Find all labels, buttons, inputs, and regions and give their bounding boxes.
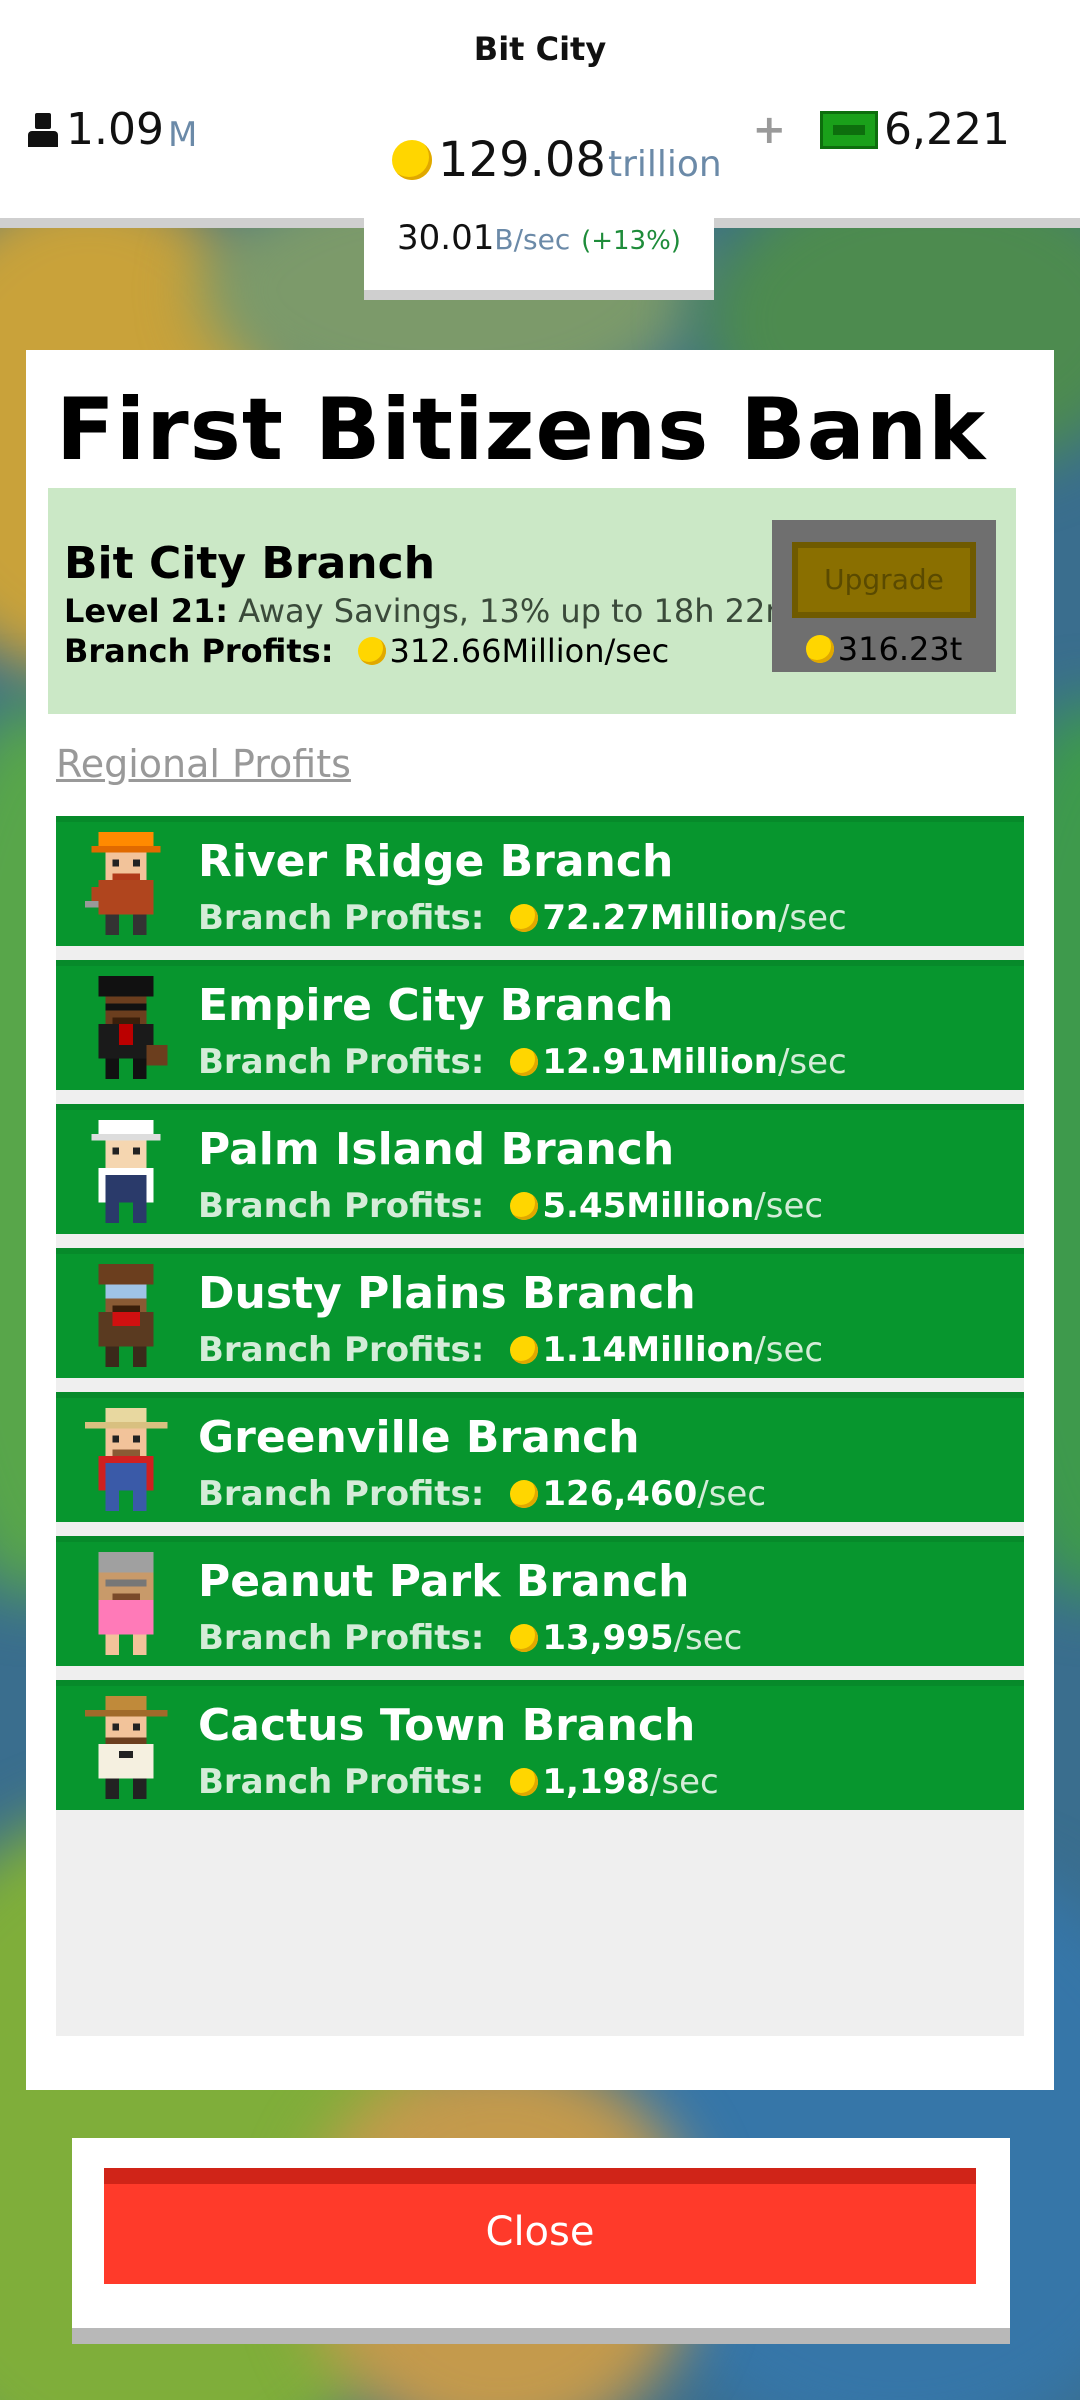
cash-value: 6,221 <box>884 104 1010 155</box>
close-bar: Close <box>72 2138 1010 2344</box>
farmer-avatar-icon <box>84 1408 168 1512</box>
upgrade-box: Upgrade 316.23t <box>772 520 996 672</box>
upgrade-button[interactable]: Upgrade <box>792 542 976 618</box>
cowboy-avatar-icon <box>84 1696 168 1800</box>
branch-row-river-ridge[interactable]: River Ridge Branch Branch Profits: 72.27… <box>56 816 1024 946</box>
sailor-avatar-icon <box>91 1120 161 1224</box>
branch-profit-value: 72.27Million <box>542 898 778 938</box>
close-button[interactable]: Close <box>104 2168 976 2284</box>
add-cash-button[interactable]: + <box>753 107 787 153</box>
upgrade-cost: 316.23t <box>772 630 996 668</box>
coin-icon <box>510 1048 539 1076</box>
branch-profit-unit: /sec <box>697 1474 767 1514</box>
branch-profit-unit: /sec <box>649 1762 719 1802</box>
branch-profit: Branch Profits: 5.45Million/sec <box>198 1186 823 1226</box>
branch-profit-unit: /sec <box>777 898 847 938</box>
bank-panel: First Bitizens Bank Bit City Branch Leve… <box>26 350 1054 2090</box>
panel-title: First Bitizens Bank <box>56 380 987 480</box>
branch-row-empire-city[interactable]: Empire City Branch Branch Profits: 12.91… <box>56 960 1024 1090</box>
coin-icon <box>357 637 386 665</box>
hq-level-desc: Away Savings, 13% up to 18h 22m <box>238 592 797 630</box>
cash-icon <box>820 110 879 149</box>
hq-branch-card: Bit City Branch Level 21: Away Savings, … <box>48 488 1016 714</box>
branch-list[interactable]: River Ridge Branch Branch Profits: 72.27… <box>56 816 1024 2036</box>
branch-profit-label: Branch Profits: <box>198 1186 485 1226</box>
coin-icon <box>510 1480 539 1508</box>
branch-row-dusty-plains[interactable]: Dusty Plains Branch Branch Profits: 1.14… <box>56 1248 1024 1378</box>
coin-icon <box>510 904 539 932</box>
branch-profit-unit: /sec <box>754 1330 824 1370</box>
income-rate-box: 30.01B/sec (+13%) <box>364 212 714 300</box>
branch-profit: Branch Profits: 13,995/sec <box>198 1618 742 1658</box>
hq-profit-value: 312.66Million/sec <box>389 632 670 670</box>
branch-profit: Branch Profits: 72.27Million/sec <box>198 898 847 938</box>
coin-value: 129.08 <box>438 132 606 188</box>
coin-icon <box>392 140 432 180</box>
hq-profit-line: Branch Profits: 312.66Million/sec <box>64 632 669 670</box>
hq-branch-name: Bit City Branch <box>64 538 436 589</box>
coin-icon <box>510 1192 539 1220</box>
upgrade-cost-value: 316.23t <box>837 630 963 668</box>
branch-profit-label: Branch Profits: <box>198 898 485 938</box>
branch-name: River Ridge Branch <box>198 836 674 887</box>
hq-level-line: Level 21: Away Savings, 13% up to 18h 22… <box>64 592 797 630</box>
top-hud: Bit City 1.09 M 129.08 trillion + 6,221 <box>0 0 1080 220</box>
aviator-avatar-icon <box>98 1264 154 1368</box>
branch-profit-label: Branch Profits: <box>198 1474 485 1514</box>
population-unit: M <box>167 114 198 155</box>
branch-profit-label: Branch Profits: <box>198 1618 485 1658</box>
businessman-avatar-icon <box>98 976 168 1080</box>
branch-row-palm-island[interactable]: Palm Island Branch Branch Profits: 5.45M… <box>56 1104 1024 1234</box>
branch-profit-label: Branch Profits: <box>198 1042 485 1082</box>
population-value: 1.09 <box>66 104 164 155</box>
hq-profit-label: Branch Profits: <box>64 632 334 670</box>
branch-profit-value: 1,198 <box>542 1762 650 1802</box>
app-title: Bit City <box>473 30 607 68</box>
income-rate-unit: B/sec <box>494 223 571 256</box>
coin-icon <box>510 1336 539 1364</box>
branch-profit: Branch Profits: 1,198/sec <box>198 1762 719 1802</box>
grandma-avatar-icon <box>98 1552 154 1656</box>
branch-profit: Branch Profits: 126,460/sec <box>198 1474 766 1514</box>
branch-profit-value: 13,995 <box>542 1618 674 1658</box>
branch-profit-value: 12.91Million <box>542 1042 778 1082</box>
coin-icon <box>510 1624 539 1652</box>
population-counter[interactable]: 1.09 M <box>26 104 197 155</box>
branch-name: Greenville Branch <box>198 1412 640 1463</box>
branch-name: Palm Island Branch <box>198 1124 675 1175</box>
coin-icon <box>805 635 834 663</box>
branch-row-peanut-park[interactable]: Peanut Park Branch Branch Profits: 13,99… <box>56 1536 1024 1666</box>
branch-profit-unit: /sec <box>777 1042 847 1082</box>
branch-profit-label: Branch Profits: <box>198 1762 485 1802</box>
person-icon <box>26 112 60 147</box>
branch-name: Cactus Town Branch <box>198 1700 696 1751</box>
branch-name: Peanut Park Branch <box>198 1556 690 1607</box>
coin-unit: trillion <box>607 144 722 185</box>
branch-profit-value: 126,460 <box>542 1474 698 1514</box>
hq-level-label: Level 21: <box>64 592 229 630</box>
branch-profit-unit: /sec <box>754 1186 824 1226</box>
regional-profits-link[interactable]: Regional Profits <box>56 742 351 786</box>
branch-name: Empire City Branch <box>198 980 674 1031</box>
coin-icon <box>510 1768 539 1796</box>
branch-name: Dusty Plains Branch <box>198 1268 696 1319</box>
branch-row-greenville[interactable]: Greenville Branch Branch Profits: 126,46… <box>56 1392 1024 1522</box>
income-rate-value: 30.01 <box>397 218 495 258</box>
branch-profit-unit: /sec <box>673 1618 743 1658</box>
builder-avatar-icon <box>84 832 161 936</box>
income-rate: 30.01B/sec (+13%) <box>364 218 714 258</box>
cash-counter[interactable]: + 6,221 <box>753 104 1010 155</box>
branch-profit: Branch Profits: 12.91Million/sec <box>198 1042 847 1082</box>
branch-profit-value: 1.14Million <box>542 1330 755 1370</box>
branch-profit-value: 5.45Million <box>542 1186 755 1226</box>
coin-counter[interactable]: 129.08 trillion <box>392 132 722 188</box>
income-bonus: (+13%) <box>581 226 681 256</box>
branch-row-cactus-town[interactable]: Cactus Town Branch Branch Profits: 1,198… <box>56 1680 1024 1810</box>
branch-profit-label: Branch Profits: <box>198 1330 485 1370</box>
branch-profit: Branch Profits: 1.14Million/sec <box>198 1330 823 1370</box>
